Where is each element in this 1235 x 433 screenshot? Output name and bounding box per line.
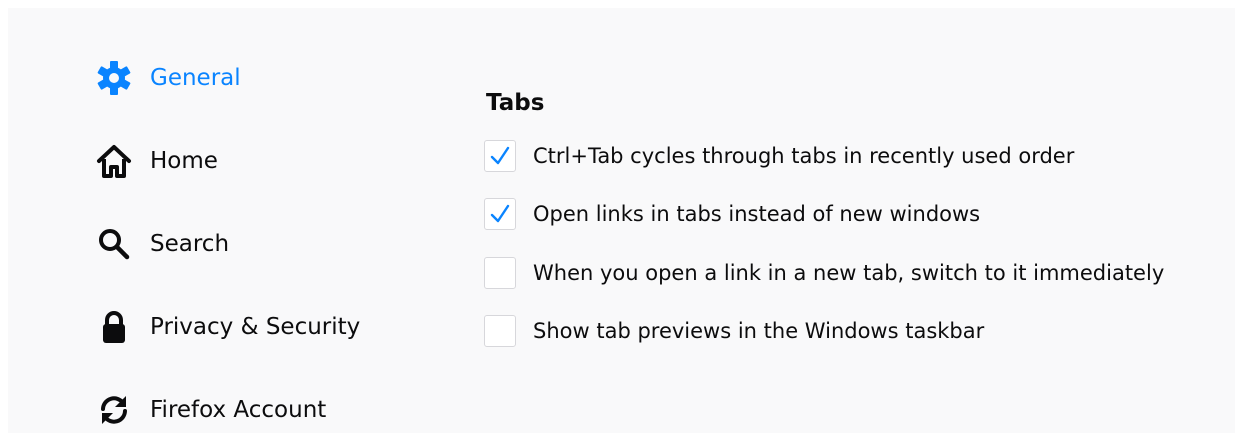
option-label: Ctrl+Tab cycles through tabs in recently…: [533, 144, 1075, 168]
sync-icon: [94, 390, 134, 430]
checkbox-ctrl-tab-cycle[interactable]: [484, 140, 516, 172]
home-icon: [94, 141, 134, 181]
option-open-links-in-tabs[interactable]: Open links in tabs instead of new window…: [484, 196, 980, 232]
sidebar-item-label: Privacy & Security: [150, 314, 361, 340]
option-label: Show tab previews in the Windows taskbar: [533, 319, 985, 343]
gear-icon: [94, 58, 134, 98]
checkbox-switch-to-new-tab[interactable]: [484, 257, 516, 289]
option-label: Open links in tabs instead of new window…: [533, 202, 981, 226]
option-label: When you open a link in a new tab, switc…: [533, 261, 1165, 285]
lock-icon: [94, 307, 134, 347]
sidebar-item-firefox-account[interactable]: Firefox Account: [94, 390, 326, 430]
sidebar-item-label: Home: [150, 148, 218, 174]
sidebar-item-label: General: [150, 65, 241, 91]
sidebar-item-privacy-security[interactable]: Privacy & Security: [94, 307, 360, 347]
checkbox-tab-previews-taskbar[interactable]: [484, 315, 516, 347]
checkmark-icon: [490, 204, 510, 223]
sidebar-item-general[interactable]: General: [94, 58, 241, 98]
checkmark-icon: [490, 146, 510, 165]
checkbox-open-links-in-tabs[interactable]: [484, 198, 516, 230]
sidebar-item-home[interactable]: Home: [94, 141, 218, 181]
sidebar-item-search[interactable]: Search: [94, 224, 229, 264]
search-icon: [94, 224, 134, 264]
section-title: Tabs: [486, 90, 545, 116]
option-ctrl-tab-cycle[interactable]: Ctrl+Tab cycles through tabs in recently…: [484, 138, 1074, 174]
sidebar-item-label: Firefox Account: [150, 397, 327, 423]
option-tab-previews-taskbar[interactable]: Show tab previews in the Windows taskbar: [484, 313, 984, 349]
option-switch-to-new-tab[interactable]: When you open a link in a new tab, switc…: [484, 255, 1164, 291]
preferences-panel: General Home Search Privacy & Security F…: [8, 8, 1235, 433]
sidebar-item-label: Search: [150, 231, 230, 257]
